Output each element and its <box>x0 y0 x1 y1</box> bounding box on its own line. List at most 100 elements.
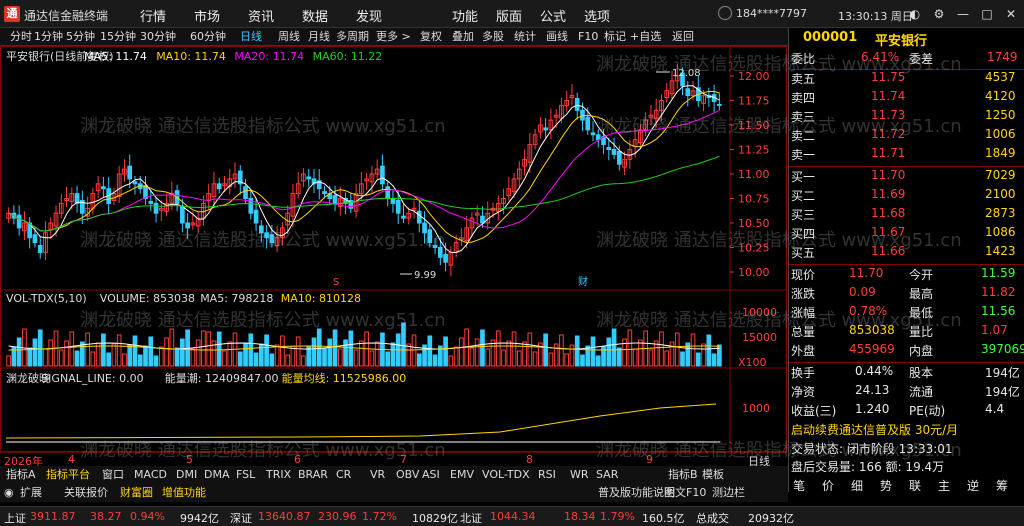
fundamental-row: 净资 24.13 流通 194亿 <box>789 383 1024 402</box>
indicator-tab-11[interactable]: OBV <box>396 467 419 483</box>
extension-tab-3[interactable]: 增值功能 <box>162 485 206 501</box>
indicator-tab-6[interactable]: FSL <box>236 467 255 483</box>
toolbar-item-16[interactable]: F10 <box>578 29 598 45</box>
quote-tab-0[interactable]: 笔 <box>793 477 805 494</box>
toolbar-item-2[interactable]: 5分钟 <box>66 29 95 45</box>
menu-options[interactable]: 选项 <box>584 6 610 25</box>
indicator-tab-16[interactable]: WR <box>570 467 589 483</box>
indicator-tab-10[interactable]: VR <box>370 467 385 483</box>
price-tick-6: 10.50 <box>738 217 770 230</box>
close-icon[interactable]: ✕ <box>1002 5 1020 23</box>
username[interactable]: 184****7797 <box>736 7 807 20</box>
indicator-tab-0[interactable]: 指标A <box>6 467 36 483</box>
menu-data[interactable]: 数据 <box>302 6 328 25</box>
toolbar-item-4[interactable]: 30分钟 <box>140 29 176 45</box>
sh-index-label[interactable]: 上证 <box>4 510 26 526</box>
bz-index-label[interactable]: 北证 <box>460 510 482 526</box>
toolbar-item-1[interactable]: 1分钟 <box>34 29 63 45</box>
ask-volume: 4537 <box>985 70 1016 84</box>
extension-tab-1[interactable]: 关联报价 <box>64 485 108 501</box>
chart-frame <box>0 46 787 452</box>
ask-row[interactable]: 卖四 11.74 4120 <box>789 89 1024 108</box>
energy-ma-line <box>5 403 717 439</box>
indicator-tab-7[interactable]: TRIX <box>266 467 291 483</box>
menu-market[interactable]: 市场 <box>194 6 220 25</box>
ask-row[interactable]: 卖三 11.73 1250 <box>789 108 1024 127</box>
toolbar-item-13[interactable]: 多股 <box>482 29 504 45</box>
indicator-tab-1[interactable]: 指标平台 <box>46 467 90 483</box>
skin-icon[interactable]: ◐ <box>906 5 924 23</box>
sz-index-label[interactable]: 深证 <box>230 510 252 526</box>
toolbar-item-0[interactable]: 分时 <box>10 29 32 45</box>
toolbar-item-19[interactable]: 返回 <box>672 29 694 45</box>
bid-row[interactable]: 买三 11.68 2873 <box>789 206 1024 225</box>
toolbar-item-10[interactable]: 更多 > <box>376 29 411 45</box>
quote-tab-4[interactable]: 联 <box>909 477 921 494</box>
quote-tab-7[interactable]: 筹 <box>996 477 1008 494</box>
toolbar-item-3[interactable]: 15分钟 <box>100 29 136 45</box>
info-tab-1[interactable]: 图文F10 <box>664 485 706 501</box>
renew-promo-link[interactable]: 启动续费通达信普及版 30元/月 <box>789 421 1024 440</box>
settings-icon[interactable]: ⚙ <box>930 5 948 23</box>
minimize-icon[interactable]: — <box>954 5 972 23</box>
bid-row[interactable]: 买二 11.69 2100 <box>789 187 1024 206</box>
volume-bar <box>469 347 475 367</box>
ask-row[interactable]: 卖五 11.75 4537 <box>789 70 1024 89</box>
extension-tab-0[interactable]: 扩展 <box>20 485 42 501</box>
menu-functions[interactable]: 功能 <box>452 6 478 25</box>
extension-tab-2[interactable]: 财富圈 <box>120 485 153 501</box>
toolbar-item-9[interactable]: 多周期 <box>336 29 369 45</box>
quote-tab-6[interactable]: 逆 <box>967 477 979 494</box>
toolbar-item-8[interactable]: 月线 <box>308 29 330 45</box>
toolbar-item-11[interactable]: 复权 <box>420 29 442 45</box>
menu-news[interactable]: 资讯 <box>248 6 274 25</box>
indicator-tab-8[interactable]: BRAR <box>298 467 328 483</box>
indicator-tab-14[interactable]: VOL-TDX <box>482 467 530 483</box>
quote-tab-5[interactable]: 主 <box>938 477 950 494</box>
toolbar-item-18[interactable]: +自选 <box>630 29 661 45</box>
vol-legend-0: VOL-TDX(5,10) <box>6 292 87 305</box>
indicator-tab-4[interactable]: DMI <box>176 467 197 483</box>
quote-tab-3[interactable]: 势 <box>880 477 892 494</box>
maximize-icon[interactable]: □ <box>978 5 996 23</box>
bid-row[interactable]: 买五 11.66 1423 <box>789 244 1024 263</box>
indicator-tab-5[interactable]: DMA <box>204 467 230 483</box>
expand-toggle-icon[interactable]: ◉ <box>4 486 14 499</box>
indicator-tab-15[interactable]: RSI <box>538 467 556 483</box>
volume-bar <box>443 336 448 367</box>
indicator-tab-9[interactable]: CR <box>336 467 351 483</box>
stock-header[interactable]: 000001 平安银行 <box>789 30 1024 49</box>
quote-tab-2[interactable]: 细 <box>851 477 863 494</box>
toolbar-item-15[interactable]: 画线 <box>546 29 568 45</box>
toolbar-item-7[interactable]: 周线 <box>278 29 300 45</box>
toolbar-item-12[interactable]: 叠加 <box>452 29 474 45</box>
menu-layout[interactable]: 版面 <box>496 6 522 25</box>
indicator-tab-3[interactable]: MACD <box>134 467 167 483</box>
bid-row[interactable]: 买一 11.70 7029 <box>789 168 1024 187</box>
volume-bar <box>659 331 664 367</box>
kline-chart-svg[interactable]: 平安银行(日线前复权)MA5: 11.74 MA10: 11.74 MA20: 11… <box>0 46 788 454</box>
toolbar-item-14[interactable]: 统计 <box>514 29 536 45</box>
menu-quotes[interactable]: 行情 <box>140 6 166 25</box>
indicator-tab-12[interactable]: ASI <box>422 467 440 483</box>
bid-row[interactable]: 买四 11.67 1086 <box>789 225 1024 244</box>
s-marker: S <box>333 277 339 288</box>
indicator-tab-13[interactable]: EMV <box>450 467 474 483</box>
indicator-tab-18[interactable]: 指标B <box>668 467 698 483</box>
menu-formula[interactable]: 公式 <box>540 6 566 25</box>
toolbar-item-17[interactable]: 标记 <box>604 29 626 45</box>
ask-volume: 1849 <box>985 146 1016 160</box>
menu-discover[interactable]: 发现 <box>356 6 382 25</box>
toolbar-item-6[interactable]: 日线 <box>240 29 262 45</box>
indicator-tab-19[interactable]: 模板 <box>702 467 724 483</box>
ask-row[interactable]: 卖一 11.71 1849 <box>789 146 1024 165</box>
quote-tab-1[interactable]: 价 <box>822 477 834 494</box>
avatar[interactable] <box>718 6 732 20</box>
indicator-tab-2[interactable]: 窗口 <box>102 467 124 483</box>
info-tab-2[interactable]: 测边栏 <box>712 485 745 501</box>
fund-value: 0.44% <box>855 364 894 378</box>
ask-row[interactable]: 卖二 11.72 1006 <box>789 127 1024 146</box>
kline-chart-area[interactable]: 平安银行(日线前复权) MA5: 11.74 MA10: 11.74 MA20: 11… <box>0 46 788 454</box>
indicator-tab-17[interactable]: SAR <box>596 467 618 483</box>
toolbar-item-5[interactable]: 60分钟 <box>190 29 226 45</box>
